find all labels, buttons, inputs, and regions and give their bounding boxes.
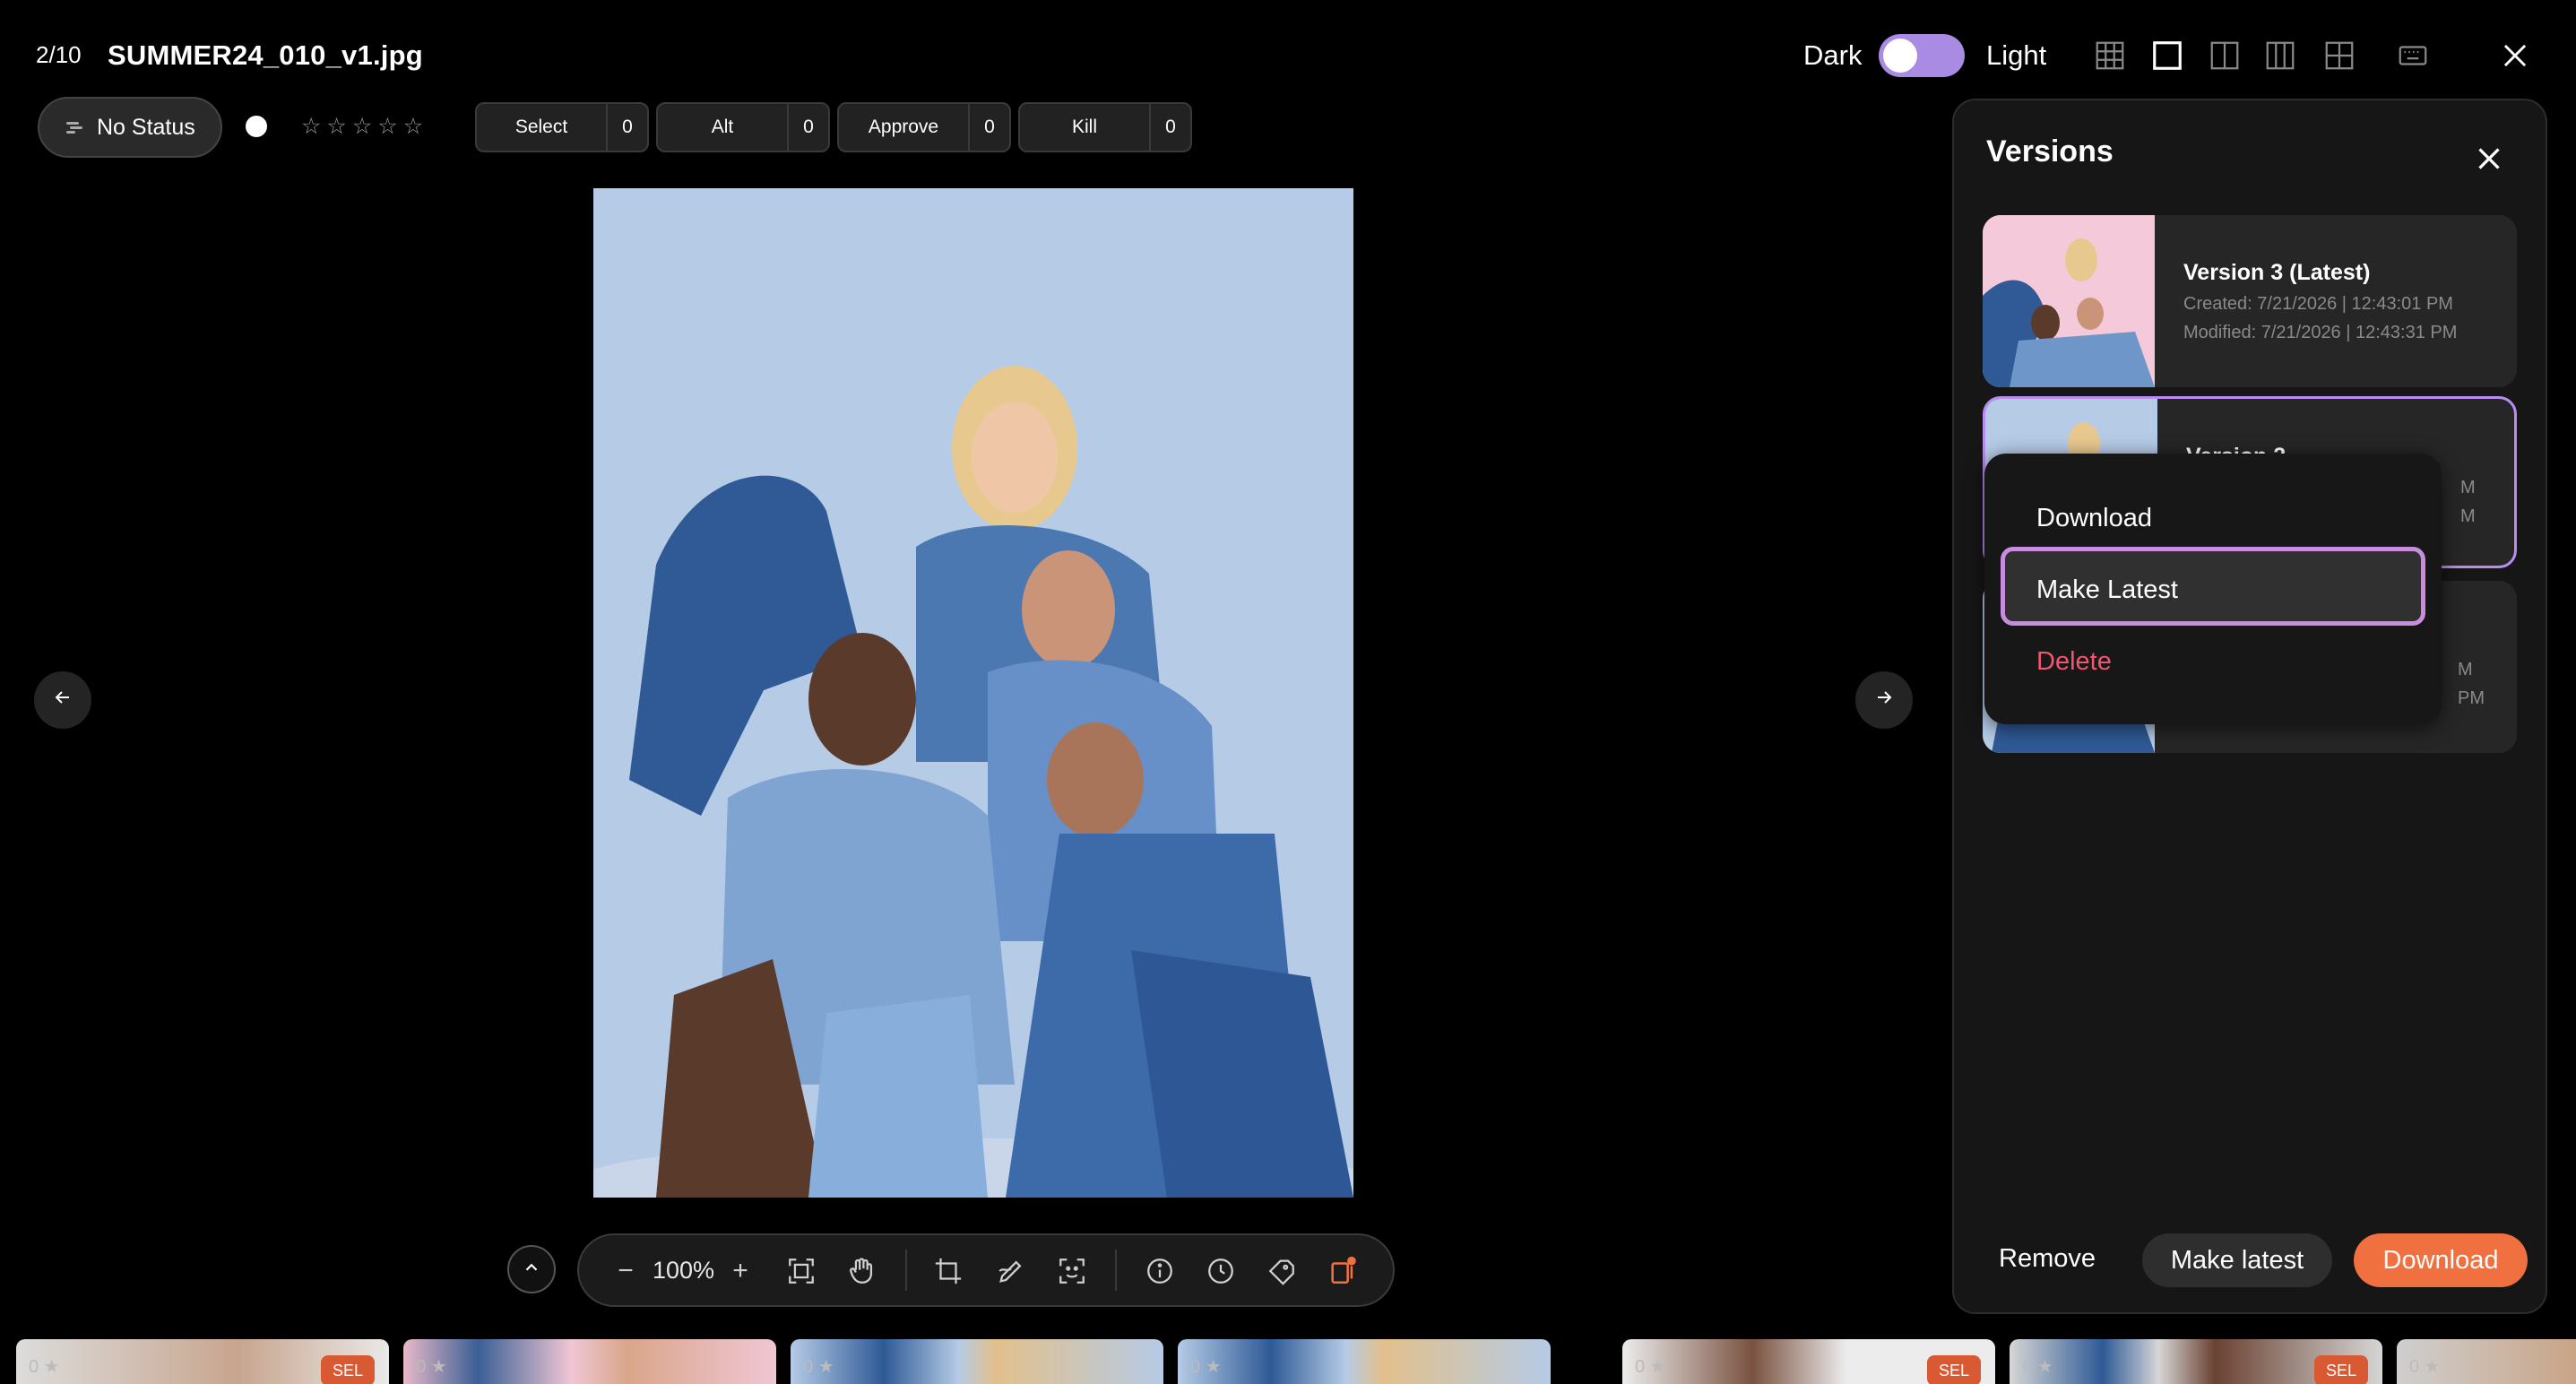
close-panel-icon[interactable] bbox=[2467, 136, 2511, 181]
status-dropdown[interactable]: No Status bbox=[38, 97, 222, 158]
chevron-up-icon bbox=[522, 1258, 541, 1282]
annotate-icon[interactable] bbox=[991, 1251, 1031, 1291]
download-button[interactable]: Download bbox=[2354, 1233, 2528, 1287]
star-icon[interactable]: ☆ bbox=[352, 113, 372, 140]
version-card[interactable]: Version 3 (Latest) Created: 7/21/2026 | … bbox=[1983, 215, 2517, 387]
thumb-rating: 0 ★ bbox=[1190, 1357, 1222, 1377]
thumb-rating: 0 ★ bbox=[2409, 1357, 2441, 1377]
info-icon[interactable] bbox=[1140, 1251, 1180, 1291]
zoom-out-icon: − bbox=[618, 1256, 634, 1285]
arrow-left-icon bbox=[52, 686, 73, 714]
thumb-rating: 0 ★ bbox=[416, 1357, 447, 1377]
color-label-dot[interactable] bbox=[246, 116, 267, 137]
filmstrip-item[interactable]: 0 ★ bbox=[1178, 1339, 1551, 1384]
keyboard-icon[interactable] bbox=[2393, 36, 2433, 75]
thumb-status-badge: SEL bbox=[321, 1355, 375, 1384]
main-photo[interactable] bbox=[593, 188, 1353, 1198]
filmstrip-item[interactable]: 0 ★ SEL bbox=[2010, 1339, 2382, 1384]
image-counter: 2/10 bbox=[36, 41, 82, 68]
filmstrip-toggle-button[interactable] bbox=[507, 1245, 556, 1293]
theme-toggle[interactable] bbox=[1879, 34, 1965, 77]
filmstrip-item[interactable]: 0 ★ bbox=[791, 1339, 1163, 1384]
previous-image-button[interactable] bbox=[34, 671, 91, 729]
remove-button[interactable]: Remove bbox=[1999, 1244, 2096, 1274]
history-icon[interactable] bbox=[1201, 1251, 1240, 1291]
filmstrip-item[interactable]: 0 ★ bbox=[403, 1339, 776, 1384]
arrow-right-icon bbox=[1873, 686, 1895, 714]
version-thumbnail bbox=[1983, 215, 2155, 387]
alt-label: Alt bbox=[658, 104, 789, 151]
theme-light-label: Light bbox=[1986, 39, 2047, 71]
select-label: Select bbox=[477, 104, 608, 151]
thumb-rating: 0 ★ bbox=[1635, 1357, 1666, 1377]
zoom-out-button[interactable]: − bbox=[606, 1251, 645, 1291]
version-created: M bbox=[2458, 660, 2473, 679]
thumb-status-badge: SEL bbox=[2314, 1355, 2368, 1384]
toolbar-divider bbox=[1115, 1250, 1117, 1291]
next-image-button[interactable] bbox=[1855, 671, 1913, 729]
versions-icon[interactable] bbox=[1323, 1251, 1362, 1291]
single-view-icon[interactable] bbox=[2148, 36, 2187, 75]
thumb-rating: 0 ★ bbox=[803, 1357, 834, 1377]
menu-item-make-latest-label[interactable]: Make Latest bbox=[2036, 575, 2178, 605]
star-icon[interactable]: ☆ bbox=[377, 113, 397, 140]
star-icon[interactable]: ☆ bbox=[326, 113, 346, 140]
alt-count: 0 bbox=[803, 117, 814, 137]
status-icon bbox=[65, 115, 84, 141]
star-icon[interactable]: ☆ bbox=[301, 113, 321, 140]
version-title: Version 3 (Latest) bbox=[2183, 260, 2371, 285]
grid-view-icon[interactable] bbox=[2090, 36, 2130, 75]
star-icon[interactable]: ☆ bbox=[403, 113, 423, 140]
compare-three-icon[interactable] bbox=[2260, 36, 2300, 75]
compare-two-icon[interactable] bbox=[2205, 36, 2244, 75]
version-created: Created: 7/21/2026 | 12:43:01 PM bbox=[2183, 294, 2453, 314]
thumb-rating: 0 ★ bbox=[29, 1357, 60, 1377]
file-name: SUMMER24_010_v1.jpg bbox=[108, 39, 423, 71]
alt-button[interactable]: Alt 0 bbox=[656, 102, 830, 152]
approve-count: 0 bbox=[984, 117, 995, 137]
crop-icon[interactable] bbox=[929, 1251, 968, 1291]
select-button[interactable]: Select 0 bbox=[475, 102, 649, 152]
kill-label: Kill bbox=[1020, 104, 1151, 151]
compare-four-icon[interactable] bbox=[2320, 36, 2359, 75]
thumb-status-badge: SEL bbox=[1927, 1355, 1981, 1384]
focus-scan-icon[interactable] bbox=[1052, 1251, 1092, 1291]
versions-panel-title: Versions bbox=[1986, 134, 2114, 169]
filmstrip-item[interactable]: 0 ★ bbox=[2397, 1339, 2576, 1384]
pan-hand-icon[interactable] bbox=[843, 1251, 882, 1291]
filmstrip-item[interactable]: 0 ★ SEL bbox=[16, 1339, 389, 1384]
zoom-level: 100% bbox=[653, 1257, 715, 1284]
version-modified: Modified: 7/21/2026 | 12:43:31 PM bbox=[2183, 323, 2458, 342]
close-icon[interactable] bbox=[2495, 36, 2535, 75]
make-latest-button[interactable]: Make latest bbox=[2142, 1233, 2332, 1287]
thumb-rating: 0 ★ bbox=[2022, 1357, 2053, 1377]
toolbar-divider bbox=[905, 1250, 907, 1291]
status-label: No Status bbox=[97, 114, 195, 140]
theme-dark-label: Dark bbox=[1803, 39, 1863, 71]
version-modified: M bbox=[2460, 506, 2476, 526]
version-modified: PM bbox=[2458, 688, 2485, 708]
kill-button[interactable]: Kill 0 bbox=[1018, 102, 1192, 152]
star-rating[interactable]: ☆ ☆ ☆ ☆ ☆ bbox=[301, 113, 423, 140]
zoom-in-icon: + bbox=[732, 1256, 748, 1285]
zoom-in-button[interactable]: + bbox=[721, 1251, 760, 1291]
select-count: 0 bbox=[622, 117, 633, 137]
menu-item-download[interactable]: Download bbox=[2036, 504, 2152, 533]
toggle-knob bbox=[1883, 39, 1917, 73]
tags-icon[interactable] bbox=[1262, 1251, 1301, 1291]
fit-screen-icon[interactable] bbox=[782, 1251, 821, 1291]
filmstrip-item[interactable]: 0 ★ SEL bbox=[1622, 1339, 1995, 1384]
kill-count: 0 bbox=[1165, 117, 1176, 137]
approve-label: Approve bbox=[839, 104, 970, 151]
menu-item-delete[interactable]: Delete bbox=[2036, 647, 2112, 677]
version-created: M bbox=[2460, 478, 2476, 497]
approve-button[interactable]: Approve 0 bbox=[837, 102, 1011, 152]
